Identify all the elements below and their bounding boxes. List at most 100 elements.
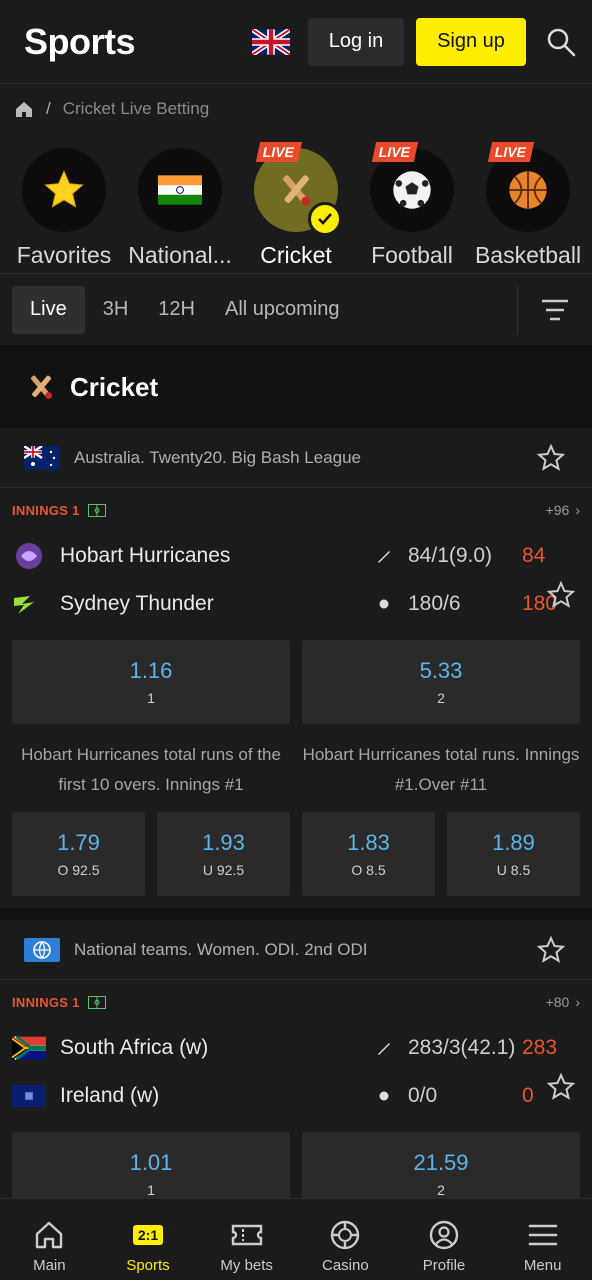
filter-live[interactable]: Live [12, 285, 85, 334]
nav-label: Main [33, 1257, 66, 1274]
main-odds-row: 1.16 1 5.33 2 [12, 640, 580, 724]
category-cricket[interactable]: LIVE Cricket [238, 134, 354, 273]
category-label: National... [128, 242, 232, 268]
more-markets-link[interactable]: +96 [546, 502, 570, 518]
match-card[interactable]: INNINGS 1 +80 › South Africa (w) 283/3(4… [0, 980, 592, 1228]
more-markets-link[interactable]: +80 [546, 994, 570, 1010]
odd-label: 2 [437, 1182, 445, 1198]
home-icon [33, 1215, 65, 1255]
odd-value: 5.33 [419, 658, 463, 683]
field-icon [87, 995, 106, 1009]
section-title-label: Cricket [70, 371, 159, 402]
sports-score-icon: 2:1 [132, 1215, 164, 1255]
odd-button[interactable]: 1.16 1 [12, 640, 290, 724]
star-outline-icon[interactable] [536, 935, 566, 965]
category-favorites[interactable]: Favorites [6, 134, 122, 273]
india-flag-icon [158, 175, 202, 205]
team-detail: 283/3(42.1) [408, 1036, 516, 1059]
nav-label: Menu [523, 1257, 562, 1274]
ball-icon [374, 599, 394, 609]
australia-flag-icon [24, 445, 60, 470]
sports-logo[interactable]: Sports [24, 21, 252, 63]
team-name: South Africa (w) [60, 1036, 209, 1059]
star-outline-icon[interactable] [546, 580, 576, 610]
nav-label: Profile [422, 1257, 466, 1274]
odd-button[interactable]: 1.93 U 92.5 [157, 812, 290, 896]
sports-score-icon-text: 2:1 [132, 1225, 164, 1245]
market-title: Hobart Hurricanes total runs. Innings #1… [302, 745, 580, 794]
category-favorites-circle [22, 148, 106, 232]
home-icon[interactable] [14, 99, 34, 119]
profile-icon [428, 1215, 460, 1255]
odd-label: 2 [437, 690, 445, 706]
odd-value: 21.59 [413, 1150, 469, 1175]
breadcrumb-current: Cricket Live Betting [62, 99, 210, 118]
league-header[interactable]: Australia. Twenty20. Big Bash League [0, 428, 592, 488]
cricket-icon [283, 175, 311, 206]
odd-button[interactable]: 5.33 2 [302, 640, 580, 724]
uk-flag-icon[interactable] [252, 28, 290, 55]
nav-menu[interactable]: Menu [493, 1199, 592, 1280]
category-label: Cricket [260, 242, 332, 268]
odd-label: O 92.5 [57, 862, 100, 878]
team-score: 84 [522, 544, 546, 567]
nav-label: Casino [322, 1257, 369, 1274]
star-outline-icon[interactable] [546, 1072, 576, 1102]
breadcrumb: / Cricket Live Betting [0, 84, 592, 134]
nav-my-bets[interactable]: My bets [197, 1199, 296, 1280]
odd-label: 1 [147, 690, 155, 706]
filter-icon [542, 299, 568, 320]
selected-check-icon [308, 202, 342, 236]
market-odds-row: 1.79 O 92.5 1.93 U 92.5 1.83 O 8.5 1.89 … [12, 812, 580, 896]
category-national-circle [138, 148, 222, 232]
nav-profile[interactable]: Profile [395, 1199, 494, 1280]
chip-icon [329, 1215, 361, 1255]
category-basketball[interactable]: LIVE Basketball [470, 134, 586, 273]
odd-button[interactable]: 1.89 U 8.5 [447, 812, 580, 896]
breadcrumb-separator: / [46, 99, 51, 118]
chevron-right-icon[interactable]: › [575, 502, 580, 518]
odd-button[interactable]: 1.83 O 8.5 [302, 812, 435, 896]
signup-button[interactable]: Sign up [416, 17, 526, 66]
nav-label: My bets [220, 1257, 273, 1274]
menu-icon [528, 1215, 558, 1255]
filter-3h[interactable]: 3H [91, 286, 141, 334]
odd-label: O 8.5 [351, 862, 386, 878]
team-detail: 0/0 [408, 1084, 438, 1107]
filter-button[interactable] [518, 298, 592, 322]
category-national[interactable]: National... [122, 134, 238, 273]
sydney-thunder-logo [12, 589, 46, 619]
match-status-bar: INNINGS 1 +80 › [12, 980, 580, 1024]
team-name: Ireland (w) [60, 1084, 160, 1107]
match-card[interactable]: INNINGS 1 +96 › Hobart Hurricanes 84/1(9… [0, 488, 592, 908]
live-badge: LIVE [255, 142, 303, 162]
team-row: Sydney Thunder 180/6 180 [12, 580, 580, 628]
team-name: Hobart Hurricanes [60, 544, 231, 567]
category-cricket-circle: LIVE [254, 142, 342, 236]
divider [0, 908, 592, 920]
category-football-circle: LIVE [370, 142, 454, 232]
filter-12h[interactable]: 12H [146, 286, 207, 334]
chevron-right-icon[interactable]: › [575, 994, 580, 1010]
odd-button[interactable]: 1.79 O 92.5 [12, 812, 145, 896]
team-score: 283 [522, 1036, 558, 1059]
nav-main[interactable]: Main [0, 1199, 99, 1280]
star-outline-icon[interactable] [536, 443, 566, 473]
header: Sports Log in Sign up [0, 0, 592, 84]
team-row: Hobart Hurricanes 84/1(9.0) 84 [12, 532, 580, 580]
odd-label: U 92.5 [202, 862, 245, 878]
time-filters: Live 3H 12H All upcoming [0, 274, 592, 346]
nav-casino[interactable]: Casino [296, 1199, 395, 1280]
category-football[interactable]: LIVE Football [354, 134, 470, 273]
search-icon[interactable] [546, 27, 576, 57]
odd-value: 1.01 [129, 1150, 173, 1175]
filter-all-upcoming[interactable]: All upcoming [213, 286, 352, 334]
login-button[interactable]: Log in [308, 17, 404, 66]
odd-value: 1.93 [202, 830, 245, 855]
team-row: South Africa (w) 283/3(42.1) 283 [12, 1024, 580, 1072]
nav-sports[interactable]: 2:1 Sports [99, 1199, 198, 1280]
cricket-icon [30, 375, 53, 399]
league-header[interactable]: National teams. Women. ODI. 2nd ODI [0, 920, 592, 980]
league-name: Australia. Twenty20. Big Bash League [74, 447, 361, 467]
odd-value: 1.16 [129, 658, 173, 683]
